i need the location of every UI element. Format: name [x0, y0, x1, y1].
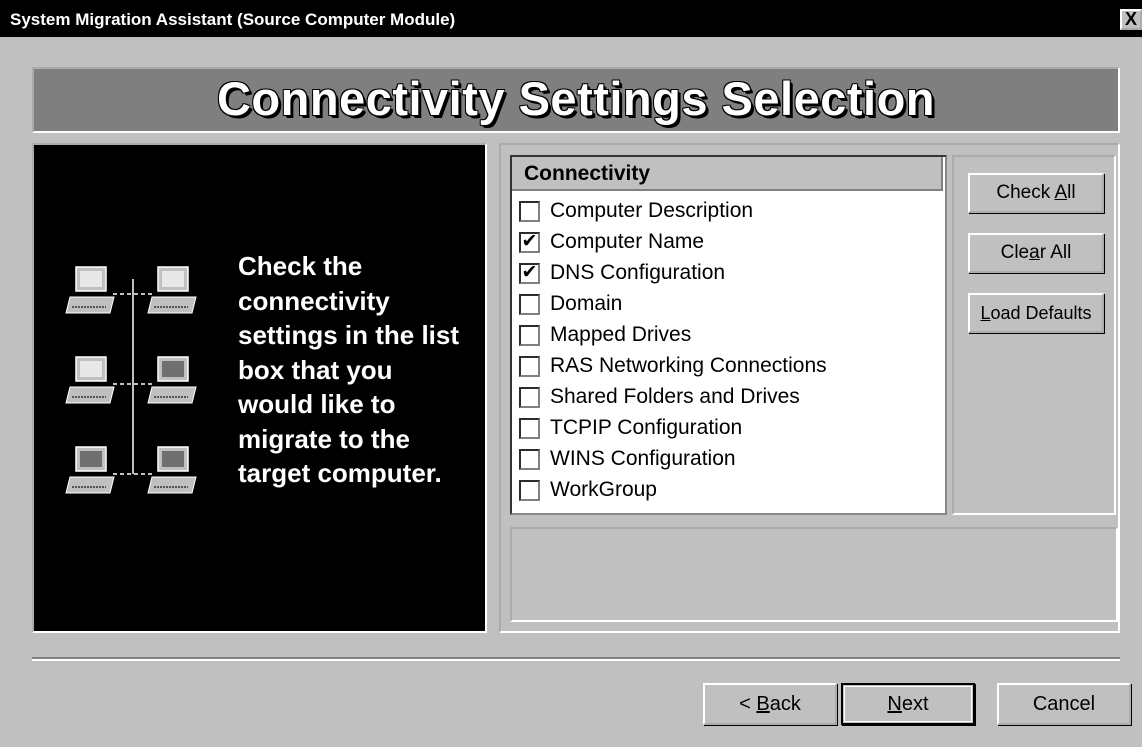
accelerator-key: B [756, 693, 770, 715]
back-button[interactable]: < Back [703, 683, 837, 725]
description-box [510, 527, 1118, 622]
button-label: ext [901, 693, 929, 715]
checkbox[interactable]: ✔ [519, 232, 540, 253]
list-item-label: RAS Networking Connections [550, 354, 827, 377]
list-header-label: Connectivity [524, 162, 651, 185]
list-item[interactable]: ✔ DNS Configuration [516, 259, 936, 290]
list-item-label: DNS Configuration [550, 261, 726, 284]
window-title: System Migration Assistant (Source Compu… [10, 10, 456, 29]
check-all-button[interactable]: Check All [968, 173, 1104, 213]
list-item-label: Mapped Drives [550, 323, 692, 346]
page-title: Connectivity Settings Selection [216, 72, 936, 125]
checkbox[interactable] [519, 356, 540, 377]
checkbox[interactable]: ✔ [519, 263, 540, 284]
info-panel: Check the connectivity settings in the l… [32, 143, 487, 633]
checkbox[interactable] [519, 325, 540, 346]
button-label: r All [1039, 242, 1072, 263]
list-item[interactable]: TCPIP Configuration [516, 414, 936, 445]
list-item-label: Shared Folders and Drives [550, 385, 800, 408]
list-item[interactable]: ✔ Computer Name [516, 228, 936, 259]
button-label: Cle [1000, 242, 1030, 263]
list-item-label: TCPIP Configuration [550, 416, 743, 439]
divider [32, 657, 1120, 661]
button-label: ack [769, 693, 801, 715]
list-header[interactable]: Connectivity [512, 157, 943, 191]
list-item[interactable]: Computer Description [516, 197, 936, 228]
next-button[interactable]: Next [841, 683, 975, 725]
cancel-button[interactable]: Cancel [997, 683, 1131, 725]
list-item[interactable]: Domain [516, 290, 936, 321]
button-label: ll [1067, 182, 1076, 203]
close-button[interactable]: X [1120, 9, 1142, 30]
clear-all-button[interactable]: Clear All [968, 233, 1104, 273]
list-item[interactable]: WorkGroup [516, 476, 936, 507]
list-item[interactable]: WINS Configuration [516, 445, 936, 476]
network-computers-icon [65, 266, 197, 494]
checkbox[interactable] [519, 449, 540, 470]
dialog-body: Connectivity Settings Selection Check th… [0, 37, 1142, 747]
list-item-label: Computer Name [550, 230, 705, 253]
list-item-label: WorkGroup [550, 478, 657, 501]
title-bar: System Migration Assistant (Source Compu… [0, 0, 1142, 37]
accelerator-key: L [980, 303, 991, 323]
list-item[interactable]: RAS Networking Connections [516, 352, 936, 383]
checkbox[interactable] [519, 387, 540, 408]
accelerator-key: N [887, 693, 902, 715]
checkbox[interactable] [519, 294, 540, 315]
list-item-label: WINS Configuration [550, 447, 736, 470]
instructions-text: Check the connectivity settings in the l… [238, 251, 460, 488]
button-label: Check [996, 182, 1055, 203]
list-actions-panel: Check All Clear All Load Defaults [952, 155, 1116, 515]
load-defaults-button[interactable]: Load Defaults [968, 293, 1104, 333]
checkbox[interactable] [519, 480, 540, 501]
header-banner: Connectivity Settings Selection [32, 67, 1120, 133]
list-item-label: Domain [550, 292, 623, 315]
checkbox[interactable] [519, 418, 540, 439]
button-label: oad Defaults [990, 303, 1092, 323]
connectivity-listbox[interactable]: Connectivity Computer Description ✔ Comp… [510, 155, 947, 515]
button-label: < [739, 693, 757, 715]
list-item[interactable]: Mapped Drives [516, 321, 936, 352]
list-item[interactable]: Shared Folders and Drives [516, 383, 936, 414]
accelerator-key: A [1054, 182, 1068, 203]
checkbox[interactable] [519, 201, 540, 222]
accelerator-key: a [1029, 242, 1040, 263]
list-item-label: Computer Description [550, 199, 754, 222]
